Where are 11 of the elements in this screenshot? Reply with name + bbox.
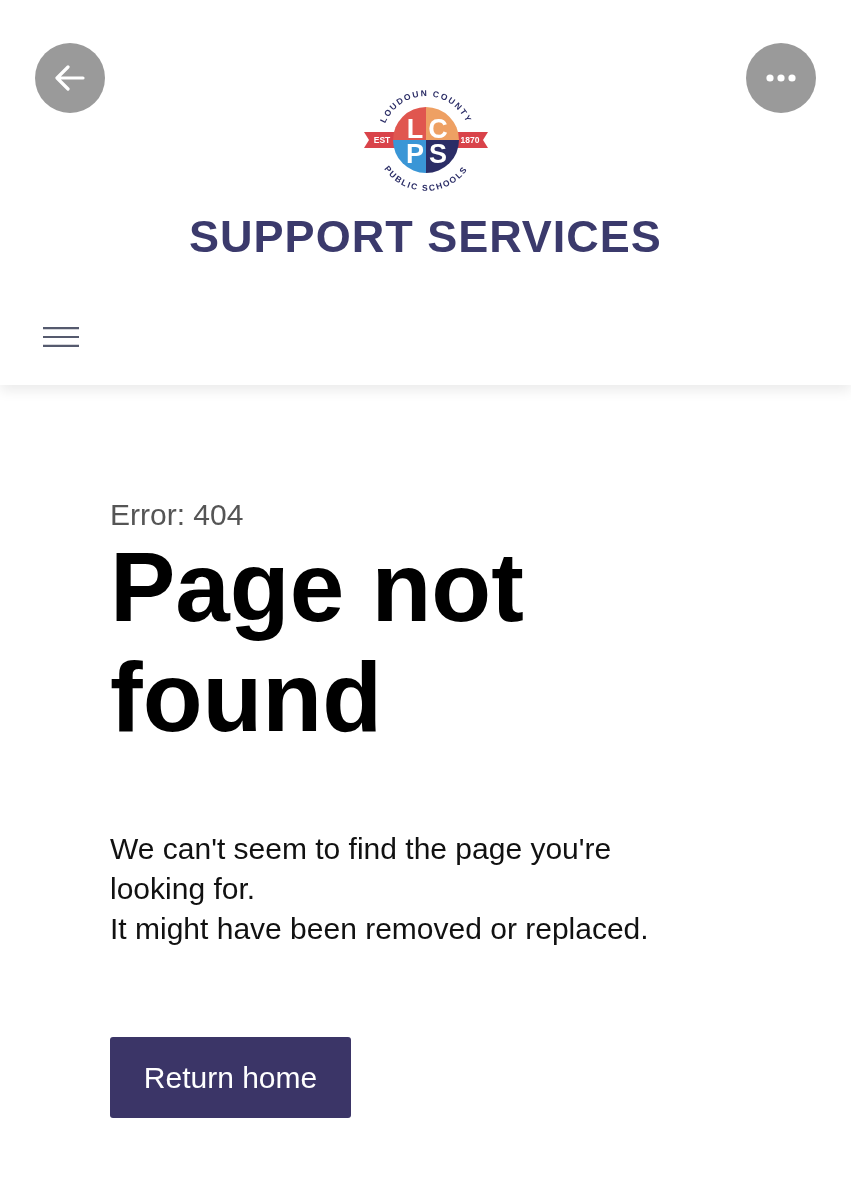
logo-letter: P <box>405 139 424 169</box>
more-icon <box>766 74 796 82</box>
return-home-button[interactable]: Return home <box>110 1037 351 1118</box>
arrow-left-icon <box>55 65 85 91</box>
ribbon-text: EST <box>373 135 390 145</box>
error-code: Error: 404 <box>110 497 244 532</box>
menu-icon <box>43 327 79 347</box>
ribbon-text: 1870 <box>460 135 479 145</box>
error-heading: Page not found <box>110 532 525 752</box>
site-title: SUPPORT SERVICES <box>189 210 662 264</box>
error-message: We can't seem to find the page you're looking for. It might have been removed or replaced. <box>110 831 650 947</box>
